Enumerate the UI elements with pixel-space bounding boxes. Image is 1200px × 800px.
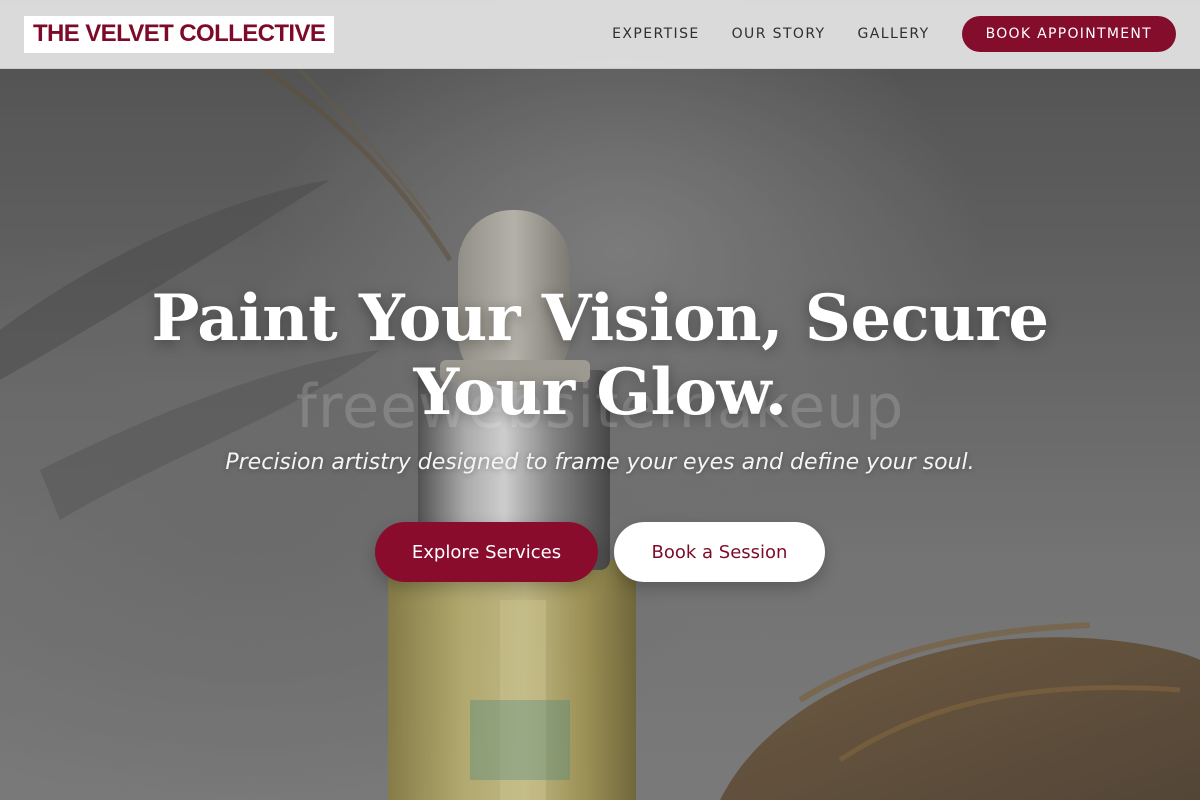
hero-headline-line-2: Your Glow. <box>413 355 787 430</box>
hero-section: freewebsitemakeup Paint Your Vision, Sec… <box>0 0 1200 800</box>
hero-headline: Paint Your Vision, Secure Your Glow. <box>100 282 1100 430</box>
hero-headline-line-1: Paint Your Vision, Secure <box>151 281 1049 356</box>
hero-subheadline: Precision artistry designed to frame you… <box>225 450 975 475</box>
book-session-button[interactable]: Book a Session <box>614 522 825 582</box>
explore-services-button[interactable]: Explore Services <box>375 522 598 582</box>
